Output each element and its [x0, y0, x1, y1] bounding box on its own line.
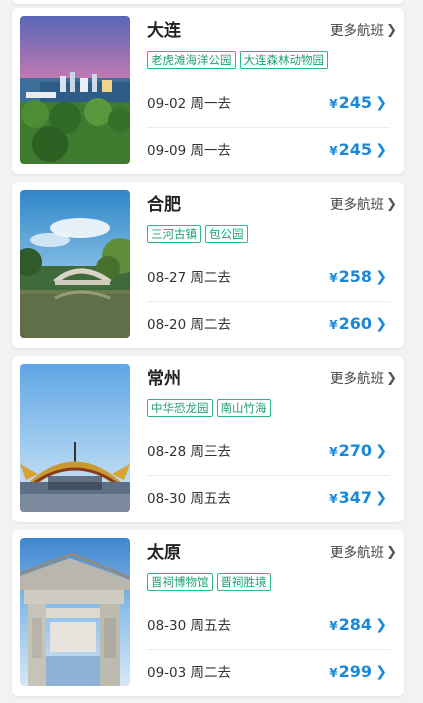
flight-date: 08-20 周二去 — [147, 317, 232, 333]
previous-card-edge — [12, 0, 404, 4]
destination-photo-changzhou — [20, 364, 130, 512]
city-name: 合肥 — [147, 195, 181, 215]
destination-photo-hefei — [20, 190, 130, 338]
price-value: 245 — [338, 140, 372, 159]
chevron-right-icon: ❯ — [375, 95, 387, 111]
flight-row[interactable]: 08-20 周二去 ¥260 ❯ — [147, 302, 390, 348]
destination-card-changzhou[interactable]: 常州 更多航班 ❯ 中华恐龙园 南山竹海 08-28 周三去 ¥270 ❯ 08… — [12, 356, 404, 522]
flight-price: ¥260 — [329, 313, 372, 336]
currency-symbol: ¥ — [329, 271, 338, 285]
chevron-right-icon: ❯ — [386, 197, 397, 212]
destination-card-taiyuan[interactable]: 太原 更多航班 ❯ 晋祠博物馆 晋祠胜境 08-30 周五去 ¥284 ❯ 09… — [12, 530, 404, 696]
more-flights-label: 更多航班 — [330, 371, 384, 387]
attraction-tags: 老虎滩海洋公园 大连森林动物园 — [147, 51, 328, 69]
flight-date: 09-02 周一去 — [147, 96, 232, 112]
price-value: 245 — [338, 93, 372, 112]
chevron-right-icon: ❯ — [375, 443, 387, 459]
chevron-right-icon: ❯ — [375, 142, 387, 158]
flight-price: ¥347 — [329, 487, 372, 510]
chevron-right-icon: ❯ — [386, 545, 397, 560]
chevron-right-icon: ❯ — [386, 371, 397, 386]
currency-symbol: ¥ — [329, 97, 338, 111]
currency-symbol: ¥ — [329, 445, 338, 459]
flight-date: 08-28 周三去 — [147, 444, 232, 460]
flight-date: 09-09 周一去 — [147, 143, 232, 159]
currency-symbol: ¥ — [329, 318, 338, 332]
flight-row[interactable]: 09-09 周一去 ¥245 ❯ — [147, 128, 390, 174]
flight-row[interactable]: 08-27 周二去 ¥258 ❯ — [147, 255, 390, 302]
chevron-right-icon: ❯ — [375, 617, 387, 633]
attraction-tag[interactable]: 南山竹海 — [216, 399, 271, 417]
attraction-tags: 晋祠博物馆 晋祠胜境 — [147, 573, 271, 591]
flight-price: ¥245 — [329, 139, 372, 162]
flight-date: 08-27 周二去 — [147, 270, 232, 286]
attraction-tag[interactable]: 老虎滩海洋公园 — [147, 51, 236, 69]
attraction-tag[interactable]: 大连森林动物园 — [239, 51, 328, 69]
price-value: 270 — [338, 441, 372, 460]
price-value: 347 — [338, 488, 372, 507]
price-value: 260 — [338, 314, 372, 333]
flight-date: 09-03 周二去 — [147, 665, 232, 681]
more-flights-link[interactable]: 更多航班 ❯ — [330, 21, 397, 41]
flight-row[interactable]: 08-30 周五去 ¥347 ❯ — [147, 476, 390, 522]
attraction-tag[interactable]: 包公园 — [205, 225, 248, 243]
flight-price: ¥245 — [329, 92, 372, 115]
flight-date: 08-30 周五去 — [147, 618, 232, 634]
flight-row[interactable]: 08-30 周五去 ¥284 ❯ — [147, 603, 390, 650]
city-name: 大连 — [147, 21, 181, 41]
chevron-right-icon: ❯ — [375, 490, 387, 506]
flight-row[interactable]: 09-03 周二去 ¥299 ❯ — [147, 650, 390, 696]
price-value: 258 — [338, 267, 372, 286]
more-flights-label: 更多航班 — [330, 197, 384, 213]
currency-symbol: ¥ — [329, 492, 338, 506]
attraction-tag[interactable]: 晋祠博物馆 — [147, 573, 213, 591]
destination-photo-dalian — [20, 16, 130, 164]
chevron-right-icon: ❯ — [375, 664, 387, 680]
flight-row[interactable]: 08-28 周三去 ¥270 ❯ — [147, 429, 390, 476]
attraction-tag[interactable]: 中华恐龙园 — [147, 399, 213, 417]
chevron-right-icon: ❯ — [386, 23, 397, 38]
price-value: 299 — [338, 662, 372, 681]
attraction-tags: 中华恐龙园 南山竹海 — [147, 399, 271, 417]
flight-row[interactable]: 09-02 周一去 ¥245 ❯ — [147, 81, 390, 128]
flight-price: ¥299 — [329, 661, 372, 684]
chevron-right-icon: ❯ — [375, 316, 387, 332]
currency-symbol: ¥ — [329, 619, 338, 633]
destination-card-dalian[interactable]: 大连 更多航班 ❯ 老虎滩海洋公园 大连森林动物园 09-02 周一去 ¥245… — [12, 8, 404, 174]
attraction-tag[interactable]: 三河古镇 — [147, 225, 201, 243]
more-flights-link[interactable]: 更多航班 ❯ — [330, 369, 397, 389]
more-flights-label: 更多航班 — [330, 545, 384, 561]
currency-symbol: ¥ — [329, 144, 338, 158]
destination-card-hefei[interactable]: 合肥 更多航班 ❯ 三河古镇 包公园 08-27 周二去 ¥258 ❯ 08-2… — [12, 182, 404, 348]
more-flights-label: 更多航班 — [330, 23, 384, 39]
flight-price: ¥270 — [329, 440, 372, 463]
chevron-right-icon: ❯ — [375, 269, 387, 285]
flight-price: ¥284 — [329, 614, 372, 637]
attraction-tags: 三河古镇 包公园 — [147, 225, 248, 243]
flight-date: 08-30 周五去 — [147, 491, 232, 507]
attraction-tag[interactable]: 晋祠胜境 — [216, 573, 271, 591]
flight-price: ¥258 — [329, 266, 372, 289]
more-flights-link[interactable]: 更多航班 ❯ — [330, 195, 397, 215]
more-flights-link[interactable]: 更多航班 ❯ — [330, 543, 397, 563]
city-name: 常州 — [147, 369, 181, 389]
city-name: 太原 — [147, 543, 181, 563]
destination-photo-taiyuan — [20, 538, 130, 686]
currency-symbol: ¥ — [329, 666, 338, 680]
price-value: 284 — [338, 615, 372, 634]
